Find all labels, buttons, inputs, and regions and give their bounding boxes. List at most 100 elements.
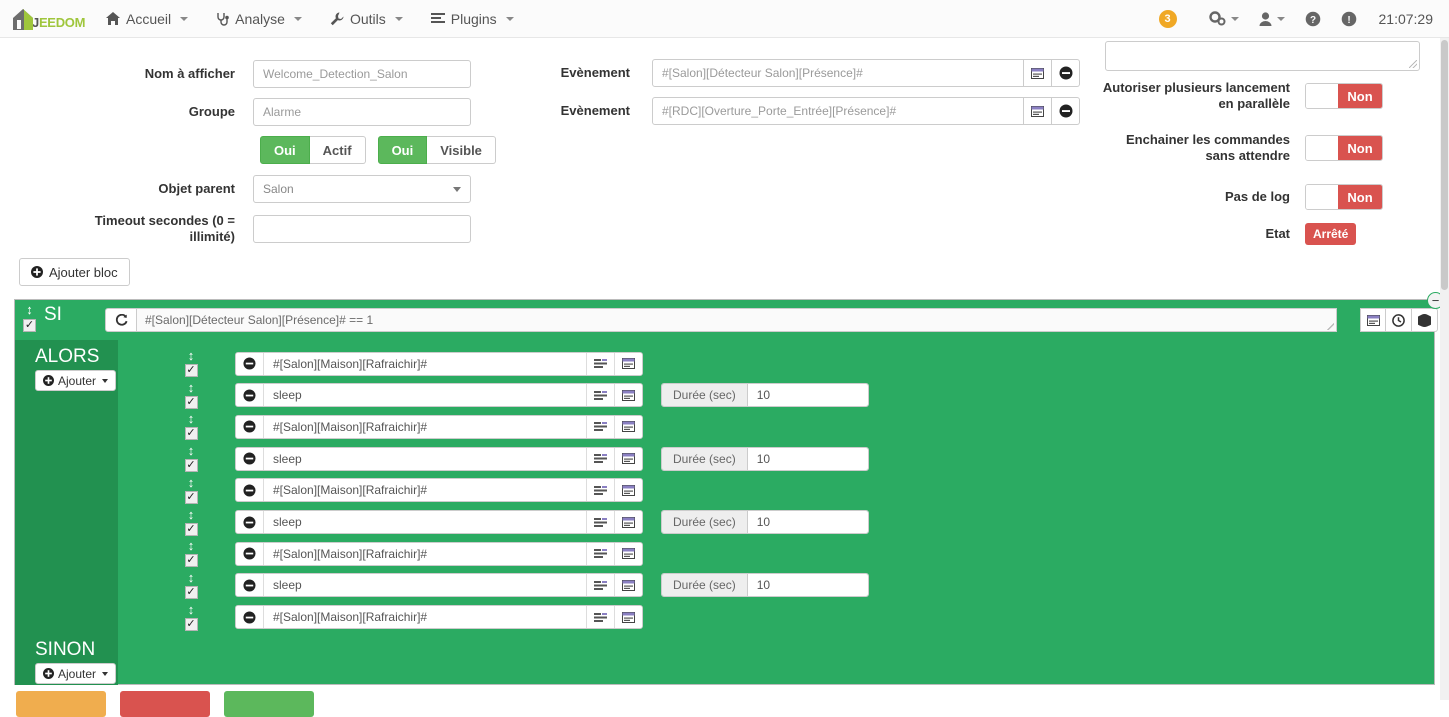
command-list-button[interactable] [586,479,614,501]
remove-command-button[interactable] [236,511,264,533]
row-enable-checkbox[interactable]: ✓ [185,618,198,631]
remove-command-button[interactable] [236,479,264,501]
jeedom-logo[interactable]: JEEDOM [0,0,72,38]
command-input[interactable]: #[Salon][Maison][Rafraichir]# [264,606,586,628]
command-window-button[interactable] [614,574,642,596]
event-1-remove-button[interactable] [1052,59,1080,87]
delete-button[interactable] [120,691,210,717]
row-drag-handle[interactable]: ↕ [185,382,197,393]
remove-command-button[interactable] [236,606,264,628]
nav-item-outils[interactable]: Outils [318,2,415,36]
command-window-button[interactable] [614,384,642,406]
row-enable-checkbox[interactable]: ✓ [185,586,198,599]
si-drag-handle[interactable]: ↕ [24,304,36,315]
add-block-button[interactable]: Ajouter bloc [19,258,130,286]
nav-settings-button[interactable] [1199,5,1249,32]
save-button[interactable] [224,691,314,717]
row-drag-handle[interactable]: ↕ [185,604,197,615]
si-globe-button[interactable] [1412,308,1438,332]
command-list-button[interactable] [586,448,614,470]
command-input[interactable]: sleep [264,574,586,596]
duration-input[interactable]: 10 [748,511,868,533]
si-window-button[interactable] [1360,308,1386,332]
row-drag-handle[interactable]: ↕ [185,540,197,551]
row-enable-checkbox[interactable]: ✓ [185,364,198,377]
command-list-button[interactable] [586,574,614,596]
description-textarea[interactable] [1105,41,1420,71]
alors-add-button[interactable]: Ajouter [35,370,116,391]
parallel-launch-switch[interactable]: Non [1305,83,1383,109]
command-window-button[interactable] [614,511,642,533]
command-window-button[interactable] [614,606,642,628]
command-window-button[interactable] [614,448,642,470]
no-log-switch[interactable]: Non [1305,184,1383,210]
command-list-button[interactable] [586,606,614,628]
secondary-action-button[interactable] [16,691,106,717]
notification-badge[interactable]: 3 [1159,10,1177,28]
duration-input[interactable]: 10 [748,384,868,406]
group-input[interactable]: Alarme [253,98,471,126]
remove-command-button[interactable] [236,574,264,596]
parent-object-select[interactable]: Salon [253,175,471,203]
si-refresh-button[interactable] [105,308,137,332]
name-input[interactable]: Welcome_Detection_Salon [253,60,471,88]
timeout-input[interactable] [253,215,471,243]
event-2-window-button[interactable] [1024,97,1052,125]
duration-input[interactable]: 10 [748,574,868,596]
command-input[interactable]: #[Salon][Maison][Rafraichir]# [264,353,586,375]
row-drag-handle[interactable]: ↕ [185,445,197,456]
row-enable-checkbox[interactable]: ✓ [185,427,198,440]
remove-command-button[interactable] [236,448,264,470]
si-condition-input[interactable]: #[Salon][Détecteur Salon][Présence]# == … [137,308,1337,332]
sinon-add-button[interactable]: Ajouter [35,663,116,684]
command-input[interactable]: #[Salon][Maison][Rafraichir]# [264,479,586,501]
nav-user-button[interactable] [1249,6,1295,32]
remove-command-button[interactable] [236,384,264,406]
command-input[interactable]: sleep [264,511,586,533]
command-list-button[interactable] [586,416,614,438]
visible-toggle-label[interactable]: Visible [427,136,496,164]
visible-toggle[interactable]: Oui Visible [378,136,496,164]
command-list-button[interactable] [586,384,614,406]
nav-item-analyse[interactable]: Analyse [204,2,314,36]
row-drag-handle[interactable]: ↕ [185,509,197,520]
si-enable-checkbox[interactable]: ✓ [23,319,36,332]
nav-item-accueil[interactable]: Accueil [94,2,200,36]
row-drag-handle[interactable]: ↕ [185,413,197,424]
command-list-button[interactable] [586,543,614,565]
remove-command-button[interactable] [236,353,264,375]
command-input[interactable]: sleep [264,448,586,470]
nav-item-plugins[interactable]: Plugins [419,2,526,36]
nav-help-button[interactable]: ? [1295,5,1331,33]
status-badge[interactable]: Arrêté [1305,223,1356,245]
page-scrollbar-thumb[interactable] [1441,40,1448,290]
event-input-1[interactable]: #[Salon][Détecteur Salon][Présence]# [652,59,1024,87]
si-history-button[interactable] [1386,308,1412,332]
event-2-remove-button[interactable] [1052,97,1080,125]
row-enable-checkbox[interactable]: ✓ [185,554,198,567]
command-input[interactable]: sleep [264,384,586,406]
active-toggle[interactable]: Oui Actif [260,136,366,164]
row-drag-handle[interactable]: ↕ [185,477,197,488]
active-toggle-label[interactable]: Actif [310,136,366,164]
row-enable-checkbox[interactable]: ✓ [185,459,198,472]
row-drag-handle[interactable]: ↕ [185,350,197,361]
command-window-button[interactable] [614,416,642,438]
row-enable-checkbox[interactable]: ✓ [185,523,198,536]
command-window-button[interactable] [614,543,642,565]
duration-input[interactable]: 10 [748,448,868,470]
row-enable-checkbox[interactable]: ✓ [185,396,198,409]
row-drag-handle[interactable]: ↕ [185,572,197,583]
command-window-button[interactable] [614,353,642,375]
active-toggle-yes[interactable]: Oui [260,136,310,164]
command-input[interactable]: #[Salon][Maison][Rafraichir]# [264,416,586,438]
chain-commands-switch[interactable]: Non [1305,135,1383,161]
row-enable-checkbox[interactable]: ✓ [185,491,198,504]
command-input[interactable]: #[Salon][Maison][Rafraichir]# [264,543,586,565]
remove-command-button[interactable] [236,543,264,565]
command-list-button[interactable] [586,353,614,375]
event-1-window-button[interactable] [1024,59,1052,87]
visible-toggle-yes[interactable]: Oui [378,136,428,164]
event-input-2[interactable]: #[RDC][Overture_Porte_Entrée][Présence]# [652,97,1024,125]
command-window-button[interactable] [614,479,642,501]
